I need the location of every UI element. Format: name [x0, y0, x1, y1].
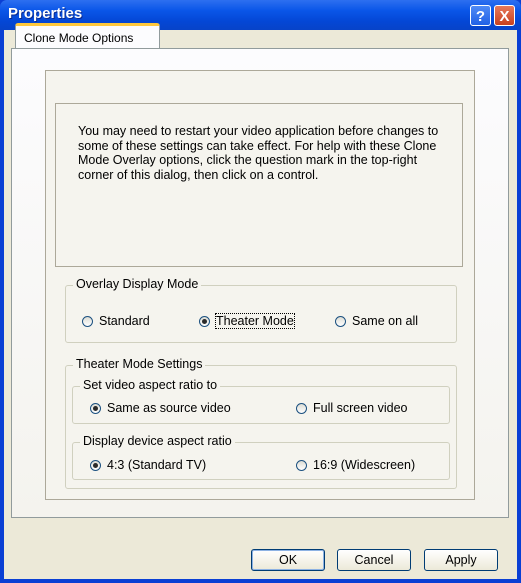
tab-clone-mode-options[interactable]: Clone Mode Options — [15, 23, 160, 49]
theater-group-label: Theater Mode Settings — [73, 357, 206, 371]
ok-button[interactable]: OK — [251, 549, 325, 571]
radio-same-as-source[interactable]: Same as source video — [90, 401, 231, 415]
radio-16-9[interactable]: 16:9 (Widescreen) — [296, 458, 415, 472]
radio-theater-mode[interactable]: Theater Mode — [199, 313, 295, 329]
radio-standard-indicator — [82, 316, 93, 327]
radio-standard[interactable]: Standard — [82, 314, 150, 328]
window-title: Properties — [8, 5, 83, 22]
radio-full-screen[interactable]: Full screen video — [296, 401, 408, 415]
radio-4-3-indicator — [90, 460, 101, 471]
info-text: You may need to restart your video appli… — [78, 124, 439, 182]
radio-theater-mode-label: Theater Mode — [215, 313, 295, 329]
radio-full-screen-label: Full screen video — [313, 401, 408, 415]
radio-same-on-all-indicator — [335, 316, 346, 327]
cancel-button[interactable]: Cancel — [337, 549, 411, 571]
radio-same-on-all-label: Same on all — [352, 314, 419, 328]
radio-full-screen-indicator — [296, 403, 307, 414]
radio-same-as-source-indicator — [90, 403, 101, 414]
properties-window: Properties ? X Clone Mode Options You ma… — [0, 0, 521, 583]
radio-4-3-label: 4:3 (Standard TV) — [107, 458, 207, 472]
radio-standard-label: Standard — [99, 314, 150, 328]
radio-16-9-label: 16:9 (Widescreen) — [313, 458, 416, 472]
overlay-group-label: Overlay Display Mode — [73, 277, 202, 291]
radio-theater-mode-indicator — [199, 316, 210, 327]
radio-16-9-indicator — [296, 460, 307, 471]
radio-4-3[interactable]: 4:3 (Standard TV) — [90, 458, 206, 472]
help-icon[interactable]: ? — [470, 5, 491, 26]
video-aspect-label: Set video aspect ratio to — [80, 378, 221, 392]
apply-button[interactable]: Apply — [424, 549, 498, 571]
device-aspect-label: Display device aspect ratio — [80, 434, 235, 448]
radio-same-on-all[interactable]: Same on all — [335, 314, 418, 328]
close-icon[interactable]: X — [494, 5, 515, 26]
radio-same-as-source-label: Same as source video — [107, 401, 231, 415]
